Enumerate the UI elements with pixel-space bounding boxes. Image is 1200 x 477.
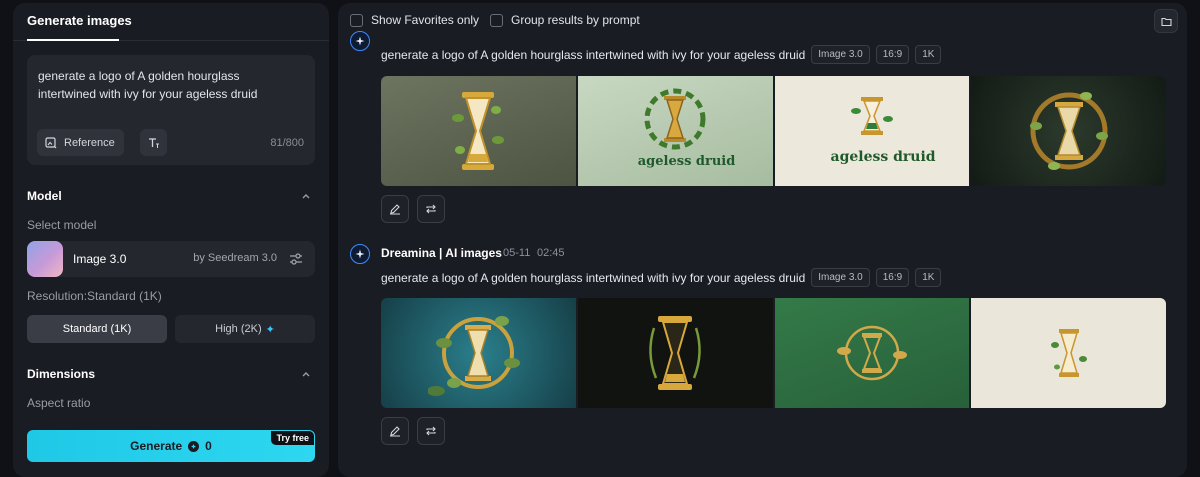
hourglass-logo-icon <box>649 316 701 390</box>
ratio-chip: 16:9 <box>875 45 910 64</box>
result-image[interactable]: ageless druid <box>774 76 970 186</box>
hourglass-logo-icon <box>644 88 706 150</box>
model-chip: Image 3.0 <box>811 268 870 287</box>
result-image[interactable]: ageless druid <box>577 76 773 186</box>
pencil-icon <box>390 204 400 215</box>
result-time: 02:45 <box>537 247 565 259</box>
select-model-label: Select model <box>27 218 97 232</box>
reference-image-icon <box>45 136 57 148</box>
model-name: Image 3.0 <box>73 252 127 266</box>
model-section-title: Model <box>27 189 62 203</box>
reference-button[interactable]: Reference <box>37 129 124 156</box>
regenerate-button[interactable] <box>417 417 445 445</box>
model-chip: Image 3.0 <box>811 45 870 64</box>
resolution-standard-button[interactable]: Standard (1K) <box>27 315 167 343</box>
prompt-box[interactable]: generate a logo of A golden hourglass in… <box>27 55 315 165</box>
author-name[interactable]: Dreamina | AI images <box>381 246 502 260</box>
panel-tabbar: Generate images <box>13 3 329 41</box>
char-counter: 81/800 <box>270 137 304 149</box>
ratio-chip: 16:9 <box>875 268 910 287</box>
resolution-high-button[interactable]: High (2K) ✦ <box>175 315 315 343</box>
result-image[interactable] <box>381 298 576 408</box>
reference-label: Reference <box>64 136 115 149</box>
result-image[interactable] <box>971 76 1166 186</box>
repeat-icon <box>426 204 436 214</box>
show-favorites-toggle[interactable]: Show Favorites only <box>350 13 479 27</box>
resolution-label: Resolution:Standard (1K) <box>27 289 162 303</box>
resolution-chip: 1K <box>915 45 942 64</box>
result-prompt-line: generate a logo of A golden hourglass in… <box>381 268 942 287</box>
edit-button[interactable] <box>381 195 409 223</box>
result-images <box>381 298 1166 408</box>
result-image[interactable] <box>971 298 1166 408</box>
results-panel: Show Favorites only Group results by pro… <box>338 3 1187 477</box>
chevron-up-icon[interactable] <box>301 369 311 379</box>
app-root: Generate images generate a logo of A gol… <box>0 0 1200 477</box>
show-favorites-checkbox[interactable] <box>350 13 363 27</box>
brand-label: ageless druid <box>830 149 936 165</box>
try-free-badge: Try free <box>271 431 314 445</box>
group-by-prompt-toggle[interactable]: Group results by prompt <box>490 13 640 27</box>
hourglass-logo-icon <box>428 316 521 396</box>
tab-generate-images[interactable]: Generate images <box>27 13 132 28</box>
result-image[interactable] <box>381 76 576 186</box>
text-format-icon <box>148 137 159 148</box>
group-by-prompt-checkbox[interactable] <box>490 13 503 27</box>
show-favorites-label: Show Favorites only <box>371 13 480 27</box>
result-images: ageless druid ageless druid <box>381 76 1166 186</box>
hourglass-logo-icon <box>850 97 893 135</box>
result-date: 05-11 <box>503 247 531 259</box>
repeat-icon <box>426 426 436 436</box>
hourglass-logo-icon <box>836 325 907 381</box>
brand-label: ageless druid <box>637 154 736 169</box>
author-avatar <box>350 31 370 51</box>
dreamina-star-icon <box>355 249 365 259</box>
group-by-prompt-label: Group results by prompt <box>511 13 640 27</box>
dreamina-star-icon <box>355 36 365 46</box>
resolution-high-label: High (2K) <box>215 323 262 335</box>
model-selector[interactable]: Image 3.0 by Seedream 3.0 <box>27 241 315 277</box>
prompt-textarea[interactable]: generate a logo of A golden hourglass in… <box>38 67 278 103</box>
sparkle-icon: ✦ <box>265 323 275 336</box>
author-avatar <box>350 244 370 264</box>
hourglass-logo-icon <box>1029 92 1108 170</box>
folder-button[interactable] <box>1154 9 1178 33</box>
folder-icon <box>1160 17 1172 26</box>
regenerate-button[interactable] <box>417 195 445 223</box>
hourglass-logo-icon <box>452 92 505 170</box>
chevron-up-icon[interactable] <box>301 191 311 201</box>
resolution-options: Standard (1K) High (2K) ✦ <box>27 315 315 343</box>
resolution-chip: 1K <box>915 268 942 287</box>
generate-button[interactable]: Generate 0 Try free <box>27 430 315 462</box>
generate-cost: 0 <box>205 439 212 453</box>
dimensions-section-title: Dimensions <box>27 367 96 381</box>
pencil-icon <box>390 426 400 437</box>
result-prompt: generate a logo of A golden hourglass in… <box>381 47 806 62</box>
model-thumbnail <box>27 241 63 277</box>
aspect-ratio-label: Aspect ratio <box>27 396 91 410</box>
generate-panel: Generate images generate a logo of A gol… <box>13 3 329 477</box>
result-prompt-line: generate a logo of A golden hourglass in… <box>381 45 942 64</box>
result-prompt: generate a logo of A golden hourglass in… <box>381 270 806 285</box>
hourglass-logo-icon <box>1050 329 1087 377</box>
generate-label: Generate <box>130 439 183 453</box>
result-image[interactable] <box>577 298 773 408</box>
edit-button[interactable] <box>381 417 409 445</box>
model-provider: by Seedream 3.0 <box>193 252 277 264</box>
text-style-button[interactable] <box>140 129 167 156</box>
resolution-standard-label: Standard (1K) <box>62 323 132 335</box>
sliders-icon[interactable] <box>289 252 303 266</box>
result-image[interactable] <box>774 298 970 408</box>
tab-underline <box>27 39 119 41</box>
credit-coin-icon <box>188 440 200 452</box>
